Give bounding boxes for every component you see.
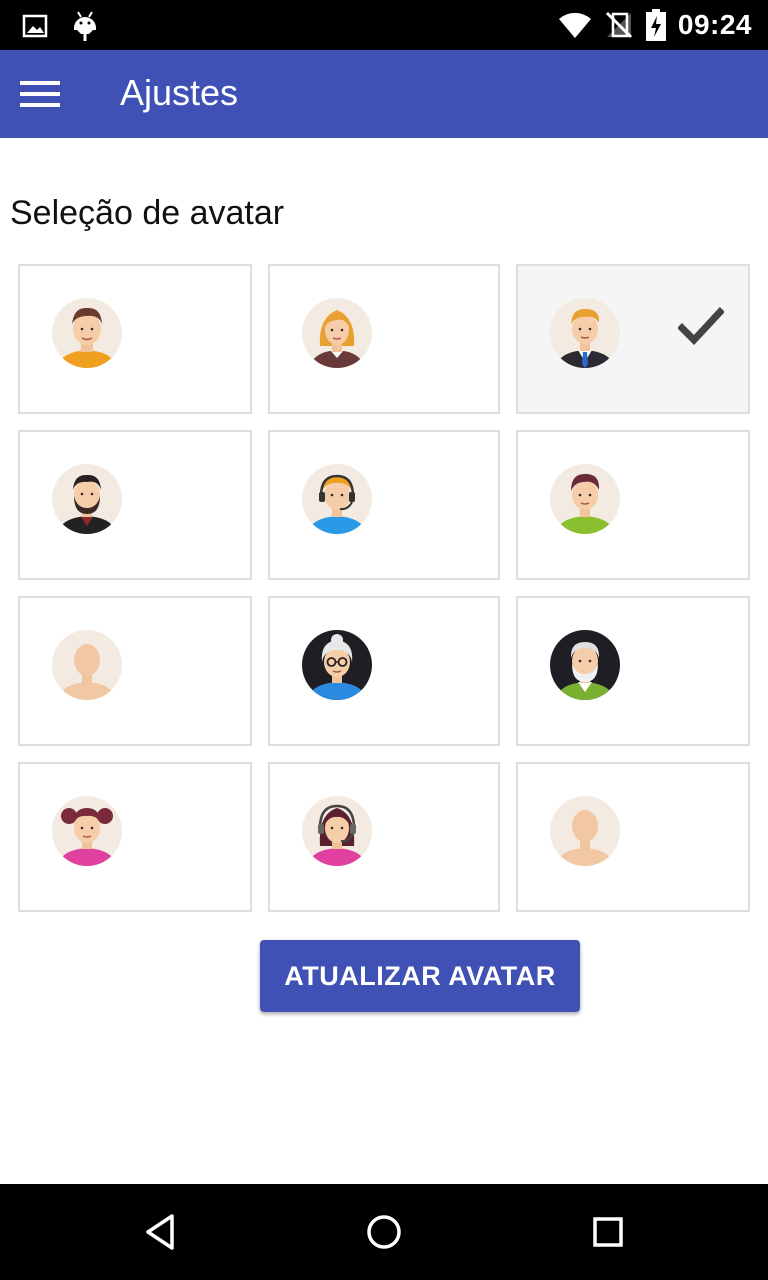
nav-home-button[interactable] <box>360 1208 408 1256</box>
avatar-old-man-icon <box>550 630 620 700</box>
menu-button[interactable] <box>12 66 68 122</box>
selected-check-icon <box>678 307 724 346</box>
avatar-girl-pigtails-icon <box>52 796 122 866</box>
status-time: 09:24 <box>677 9 752 40</box>
nav-recents-button[interactable] <box>584 1208 632 1256</box>
nav-back-button[interactable] <box>136 1208 184 1256</box>
status-left-icons <box>22 10 98 42</box>
avatar-option-bearded-man[interactable] <box>18 430 252 580</box>
avatar-option-headset-man[interactable] <box>268 430 500 580</box>
avatar-bearded-man-icon <box>52 464 122 534</box>
status-bar: 09:24 <box>0 0 768 50</box>
avatar-man-orange-icon <box>52 298 122 368</box>
avatar-option-boy-green[interactable] <box>516 430 750 580</box>
avatar-option-woman-blonde[interactable] <box>268 264 500 414</box>
hamburger-menu-icon <box>20 81 60 107</box>
avatar-option-headset-woman[interactable] <box>268 762 500 912</box>
battery-charging-icon <box>645 9 666 41</box>
avatar-blank-icon <box>52 630 122 700</box>
home-icon <box>367 1215 401 1249</box>
avatar-option-businessman[interactable] <box>516 264 750 414</box>
avatar-option-old-woman[interactable] <box>268 596 500 746</box>
avatar-businessman-icon <box>550 298 620 368</box>
avatar-headset-woman-icon <box>302 796 372 866</box>
avatar-option-old-man[interactable] <box>516 596 750 746</box>
section-title: Seleção de avatar <box>10 194 285 232</box>
avatar-option-blank-2[interactable] <box>516 762 750 912</box>
wifi-icon <box>558 12 591 39</box>
back-icon <box>146 1214 174 1250</box>
app-title: Ajustes <box>120 72 239 113</box>
avatar-boy-green-icon <box>550 464 620 534</box>
avatar-option-blank[interactable] <box>18 596 252 746</box>
avatar-woman-blonde-icon <box>302 298 372 368</box>
avatar-option-man-orange[interactable] <box>18 264 252 414</box>
no-signal-icon <box>605 11 632 39</box>
app-bar: Ajustes <box>0 50 768 138</box>
avatar-blank-2-icon <box>550 796 620 866</box>
avatar-old-woman-icon <box>302 630 372 700</box>
update-avatar-button[interactable]: ATUALIZAR AVATAR <box>260 940 580 1012</box>
image-notification-icon <box>22 14 48 38</box>
status-right-icons: 09:24 <box>558 8 752 42</box>
navigation-bar <box>0 1184 768 1280</box>
recents-icon <box>593 1217 623 1247</box>
avatar-option-girl-pigtails[interactable] <box>18 762 252 912</box>
android-debug-icon <box>74 11 96 41</box>
avatar-headset-man-icon <box>302 464 372 534</box>
